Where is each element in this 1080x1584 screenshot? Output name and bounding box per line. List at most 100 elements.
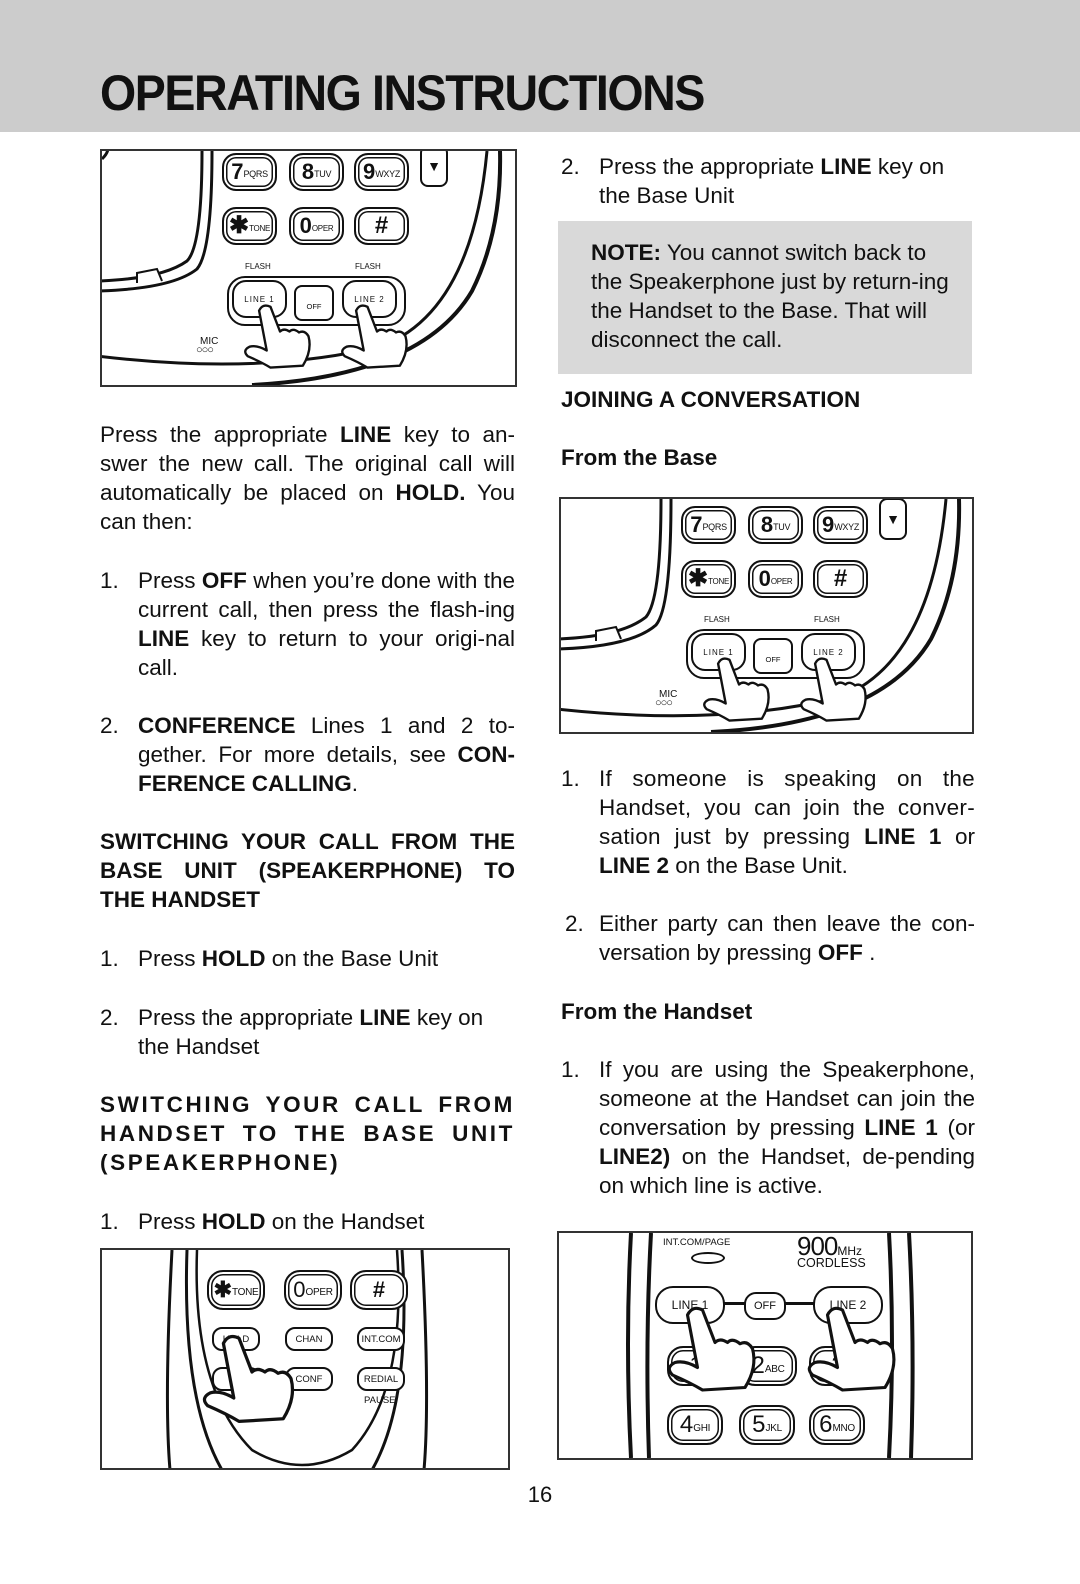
base-unit-illustration: 7 PQRS 8 TUV 9 WXYZ ✱ TONE 0 OPER # ▼ FLASH FLASH LINE… [100, 149, 517, 387]
keypad-key: 0 OPER [284, 1270, 342, 1310]
list-text: . [351, 771, 359, 796]
key-letters: TONE [708, 576, 729, 586]
list-number: 1. [100, 946, 119, 971]
cordless-label: CORDLESS [797, 1256, 866, 1270]
keypad-key: 8 TUV [289, 153, 344, 191]
from-handset-heading: From the Handset [561, 997, 752, 1026]
page-header: OPERATING INSTRUCTIONS [0, 0, 1080, 132]
intcom-page-label: INT.COM/PAGE [663, 1237, 731, 1248]
base-unit-join-illustration: 7 PQRS 8 TUV 9 WXYZ ✱ TONE 0 OPER # ▼ FLASH FLASH LINE… [559, 497, 974, 734]
list-text: Press the appropriate [599, 154, 821, 179]
flash-label: FLASH [355, 262, 381, 271]
key-digit: # [374, 212, 389, 239]
key-digit: 5 [752, 1411, 766, 1438]
keypad-key: # [350, 1270, 408, 1310]
page-number: 16 [527, 1482, 553, 1507]
section-heading-text: SWITCHING YOUR CALL FROM HANDSET TO THE … [100, 1092, 515, 1175]
list-number: 1. [100, 568, 119, 593]
pointing-hand-icon [202, 1334, 295, 1424]
keypad-key: ✱ TONE [222, 207, 277, 245]
keypad-key: 4 GHI [667, 1405, 723, 1445]
page-title: OPERATING INSTRUCTIONS [100, 65, 705, 121]
joining-heading: JOINING A CONVERSATION [561, 385, 860, 414]
list-number: 2. [100, 713, 119, 738]
list-number: 2. [561, 154, 580, 179]
flash-label: FLASH [245, 262, 271, 271]
key-letters: OPER [311, 223, 334, 233]
list-number: 2. [100, 1005, 119, 1030]
key-digit: 9 [821, 512, 835, 537]
list-text: on the Handset [265, 1209, 425, 1234]
key-digit: # [833, 565, 848, 592]
intcom-page-button [691, 1252, 725, 1264]
key-letters: PQRS [702, 522, 727, 532]
key-digit: ✱ [213, 1277, 233, 1302]
list-bold: LINE 2 [599, 853, 670, 878]
mic-holes: ○○○ [655, 697, 673, 709]
keypad-key: 7 PQRS [222, 153, 277, 191]
keypad-key: 6 MNO [809, 1405, 865, 1445]
keypad-key: # [813, 560, 868, 598]
key-digit: 0 [293, 1277, 306, 1302]
list-item: 1. Press HOLD on the Base Unit [100, 944, 515, 973]
note-label: NOTE: [591, 240, 661, 265]
list-item: 2. Press the appropriate LINE key on the… [561, 152, 975, 210]
down-arrow-key: ▼ [879, 499, 907, 540]
list-item: 2. CONFERENCE Lines 1 and 2 to-gether. F… [100, 711, 515, 798]
note-box: NOTE: You cannot switch back to the Spea… [558, 221, 972, 374]
key-digit: 0 [299, 213, 312, 238]
list-bold: HOLD [201, 1209, 266, 1234]
key-letters: WXYZ [834, 522, 860, 532]
list-text: Either party can then leave the con-vers… [599, 911, 975, 965]
handset-hold-illustration: ✱TONE0OPER#HOLDCHANINT.COMCONFREDIALPAUS… [100, 1248, 510, 1470]
pointing-hand-icon [800, 657, 867, 722]
list-bold: LINE [820, 154, 872, 179]
key-letters: JKL [765, 1422, 783, 1434]
list-text: . [862, 940, 876, 965]
from-base-heading-text: From the Base [561, 445, 718, 470]
list-item: 1. Press HOLD on the Handset [100, 1207, 515, 1236]
pointing-hand-icon [667, 1306, 756, 1392]
intro-bold-hold: HOLD. [395, 480, 466, 505]
pointing-hand-icon [807, 1306, 896, 1392]
key-digit: 6 [819, 1411, 833, 1438]
key-digit: 8 [301, 159, 315, 184]
key-digit: # [372, 1277, 386, 1302]
key-digit: 0 [758, 566, 771, 591]
key-letters: TONE [249, 223, 270, 233]
list-text: or [941, 824, 975, 849]
keypad-key: 0 OPER [289, 207, 344, 245]
keypad-key: 0 OPER [748, 560, 803, 598]
pointing-hand-icon [244, 304, 311, 369]
flash-label: FLASH [814, 615, 840, 624]
joining-heading-text: JOINING A CONVERSATION [561, 387, 861, 412]
key-letters: PQRS [243, 169, 268, 179]
key-letters: OPER [770, 576, 793, 586]
list-text: key to return to your origi-nal call. [138, 626, 515, 680]
key-digit: ✱ [688, 565, 709, 592]
keypad-key: 5 JKL [739, 1405, 795, 1445]
list-text: on the Base Unit [265, 946, 439, 971]
key-letters: ABC [764, 1363, 785, 1375]
keypad-key: 9 WXYZ [354, 153, 409, 191]
key-digit: ✱ [229, 212, 250, 239]
list-number: 1. [561, 1057, 580, 1082]
list-item: 1. If you are using the Speakerphone, so… [561, 1055, 975, 1200]
from-base-heading: From the Base [561, 443, 717, 472]
keypad-key: 9 WXYZ [813, 506, 868, 544]
list-bold: LINE2) [599, 1144, 671, 1169]
section-heading-text: SWITCHING YOUR CALL FROM THE BASE UNIT (… [100, 829, 515, 912]
list-item: 1. If someone is speaking on the Handset… [561, 764, 975, 880]
intro-bold-line: LINE [340, 422, 392, 447]
pointing-hand-icon [341, 304, 408, 369]
list-bold: LINE 1 [864, 824, 942, 849]
key-letters: TUV [773, 522, 791, 532]
list-bold: OFF [817, 940, 863, 965]
intcom-key: INT.COM [357, 1327, 405, 1351]
section-heading-handset-to-base: SWITCHING YOUR CALL FROM HANDSET TO THE … [100, 1090, 515, 1177]
list-text: (or [937, 1115, 975, 1140]
intro-text-1: Press the appropriate [100, 422, 341, 447]
key-digit: 4 [679, 1411, 694, 1438]
list-bold: LINE [138, 626, 190, 651]
section-heading-base-to-handset: SWITCHING YOUR CALL FROM THE BASE UNIT (… [100, 827, 515, 914]
